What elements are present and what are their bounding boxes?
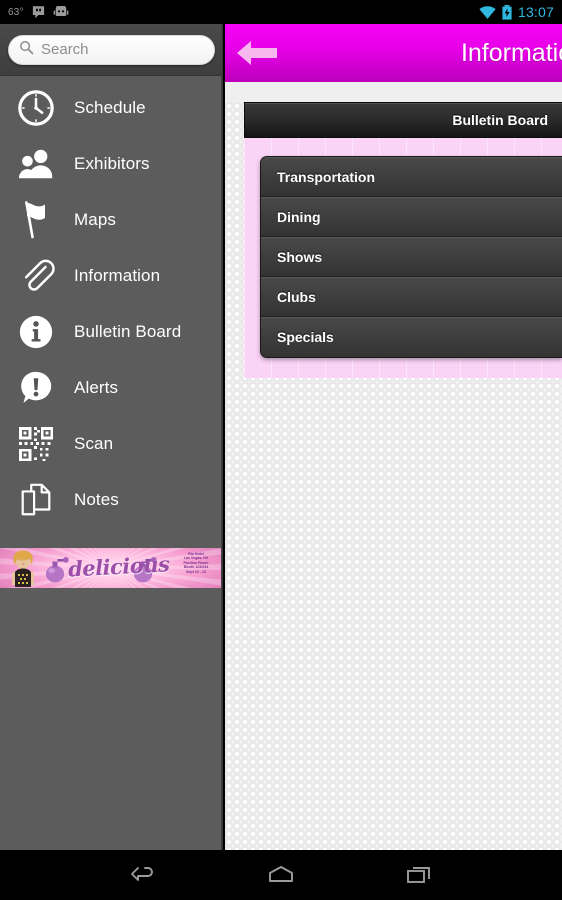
- list-item-label: Transportation: [277, 168, 376, 185]
- list-item-shows[interactable]: Shows: [261, 237, 562, 277]
- sidebar-item-label: Schedule: [74, 98, 146, 117]
- list-item-dining[interactable]: Dining: [261, 197, 562, 237]
- search-icon: [19, 40, 34, 60]
- pages-icon: [14, 478, 58, 522]
- recents-icon: [407, 867, 430, 883]
- banner-info-line: Sept 10 - 12: [186, 569, 206, 574]
- list-item-label: Clubs: [277, 288, 316, 305]
- sidebar-item-label: Scan: [74, 434, 114, 453]
- sidebar-item-scan[interactable]: Scan: [0, 416, 223, 472]
- search-input[interactable]: Search: [8, 34, 215, 65]
- banner-ad[interactable]: delicious Rio Hotel Las Vegas, NV Pavili…: [0, 548, 221, 588]
- qr-code-icon: [14, 422, 58, 466]
- android-face-icon: [53, 6, 69, 18]
- banner-wordmark: delicious: [67, 551, 170, 582]
- page-title: Information: [460, 38, 562, 67]
- list-item-specials[interactable]: Specials: [261, 317, 562, 357]
- banner-info-block: Rio Hotel Las Vegas, NV Pavilion Room Bo…: [174, 552, 218, 574]
- info-circle-icon: [14, 310, 58, 354]
- hangouts-icon: [31, 5, 46, 20]
- wifi-icon: [479, 5, 496, 19]
- sidebar-item-notes[interactable]: Notes: [0, 472, 223, 528]
- clock-icon: [14, 86, 58, 130]
- alert-bubble-icon: [14, 366, 58, 410]
- flag-icon: [14, 198, 58, 242]
- bulletin-board-panel: Transportation Dining Shows Clubs Specia…: [244, 138, 562, 378]
- sidebar-item-label: Maps: [74, 210, 116, 229]
- model-photo: [12, 550, 34, 587]
- paperclip-icon: [14, 254, 58, 298]
- section-header: Bulletin Board: [244, 102, 562, 138]
- page-body: Bulletin Board Transportation Dining Sho…: [225, 102, 562, 850]
- list-item-label: Specials: [277, 329, 334, 345]
- bulletin-category-list: Transportation Dining Shows Clubs Specia…: [260, 156, 562, 358]
- status-bar-right: 13:07: [479, 4, 562, 20]
- search-bar-container: Search: [0, 24, 223, 76]
- sidebar-item-alerts[interactable]: Alerts: [0, 360, 223, 416]
- home-nav-button[interactable]: [253, 855, 309, 895]
- sidebar-item-maps[interactable]: Maps: [0, 192, 223, 248]
- system-navigation-bar: [0, 850, 562, 900]
- perfume-bottle-left-icon: [45, 557, 69, 583]
- sidebar-item-information[interactable]: Information: [0, 248, 223, 304]
- recents-nav-button[interactable]: [391, 855, 447, 895]
- search-placeholder: Search: [41, 41, 89, 58]
- status-bar-left: 63°: [0, 5, 69, 20]
- sidebar-item-label: Exhibitors: [74, 154, 150, 173]
- list-item-clubs[interactable]: Clubs: [261, 277, 562, 317]
- clock: 13:07: [517, 4, 554, 20]
- app-header: Information: [225, 24, 562, 82]
- status-bar: 63° 13:07: [0, 0, 562, 24]
- sidebar-item-exhibitors[interactable]: Exhibitors: [0, 136, 223, 192]
- device-screen: 63° 13:07 Search Schedule Exhibitors Map…: [0, 0, 562, 900]
- back-icon: [130, 867, 153, 881]
- content-panel: Information Bulletin Board Transportatio…: [225, 24, 562, 850]
- sidebar-item-label: Alerts: [74, 378, 119, 397]
- temperature-indicator: 63°: [8, 6, 24, 18]
- sidebar-item-label: Notes: [74, 490, 119, 509]
- list-item-label: Shows: [277, 248, 323, 265]
- home-icon: [269, 866, 293, 882]
- sidebar-item-schedule[interactable]: Schedule: [0, 80, 223, 136]
- people-icon: [14, 142, 58, 186]
- back-arrow-icon[interactable]: [235, 38, 279, 68]
- sidebar-item-label: Information: [74, 266, 161, 285]
- sidebar-item-label: Bulletin Board: [74, 322, 182, 341]
- list-item-label: Dining: [277, 208, 321, 225]
- section-title: Bulletin Board: [452, 112, 548, 128]
- sidebar-menu: Schedule Exhibitors Maps Information Bul…: [0, 76, 223, 528]
- sidebar-item-bulletin-board[interactable]: Bulletin Board: [0, 304, 223, 360]
- back-nav-button[interactable]: [115, 855, 171, 895]
- list-item-transportation[interactable]: Transportation: [261, 157, 562, 197]
- battery-charging-icon: [502, 4, 512, 20]
- sidebar: Search Schedule Exhibitors Maps Informat…: [0, 24, 223, 850]
